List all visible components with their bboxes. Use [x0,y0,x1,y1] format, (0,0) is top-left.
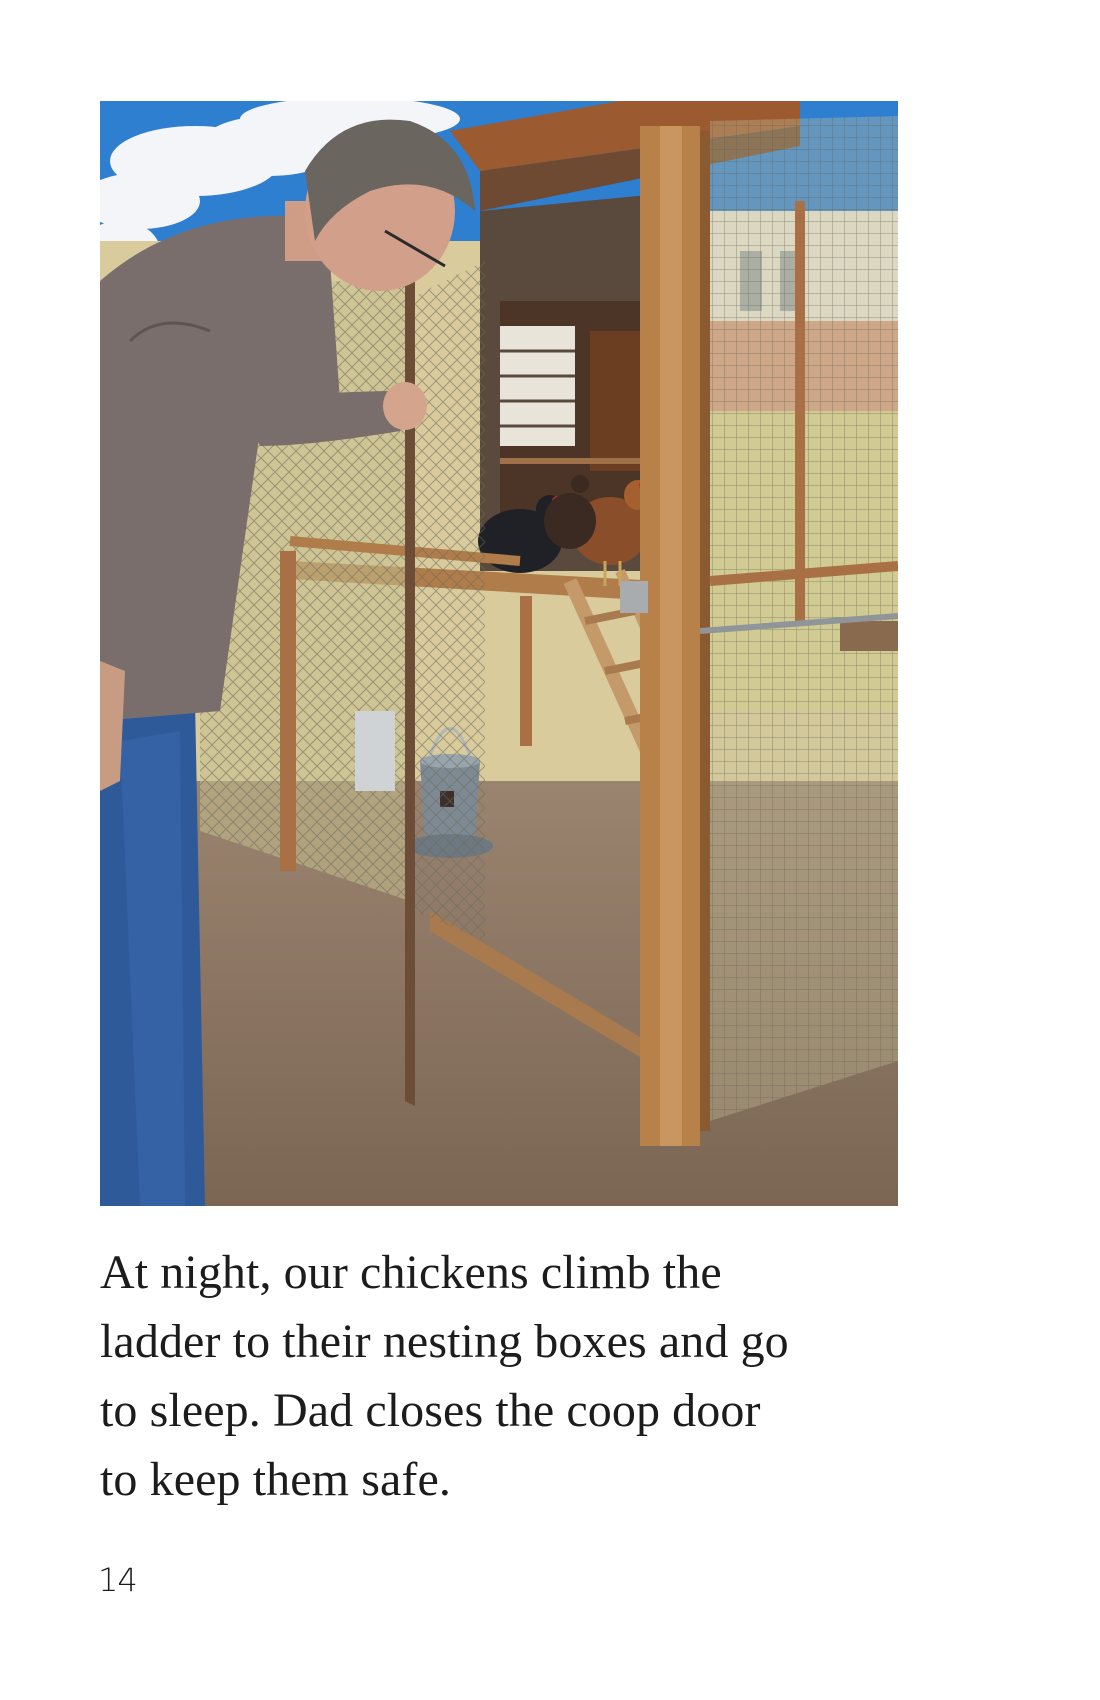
right-fence [699,116,898,1121]
body-text-line: to sleep. Dad closes the coop door [100,1384,761,1437]
page-number: 14 [98,1561,138,1599]
body-text-line: ladder to their nesting boxes and go [100,1315,789,1368]
door-latch [620,581,648,613]
chicken-coop-illustration [100,101,898,1206]
body-text-line: to keep them safe. [100,1453,451,1506]
body-text-line: At night, our chickens climb the [100,1246,722,1299]
chicken-coop-photo [100,101,898,1206]
body-text: At night, our chickens climb the ladder … [100,1238,960,1514]
man-hand [383,382,427,430]
